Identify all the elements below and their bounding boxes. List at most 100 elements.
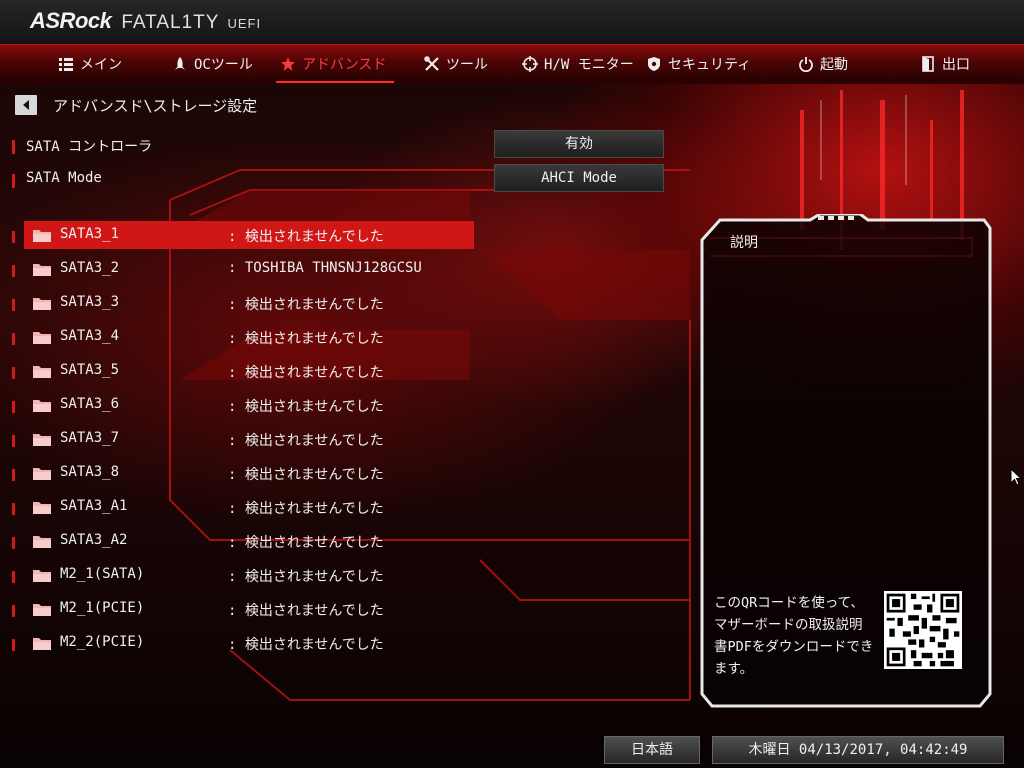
- device-row[interactable]: M2_2(PCIE): 検出されませんでした: [0, 629, 480, 657]
- device-row[interactable]: SATA3_8: 検出されませんでした: [0, 459, 480, 487]
- device-status: : 検出されませんでした: [228, 229, 384, 245]
- device-row[interactable]: SATA3_A1 : 検出されませんでした: [0, 493, 480, 521]
- device-status: : 検出されませんでした: [228, 501, 384, 517]
- device-status: : 検出されませんでした: [228, 433, 384, 449]
- device-status: : 検出されませんでした: [228, 535, 384, 551]
- row-marker: [12, 503, 15, 515]
- tab-exit[interactable]: 出口: [920, 45, 970, 83]
- device-port-name: M2_1(PCIE): [60, 600, 145, 616]
- tab-security[interactable]: セキュリティ: [646, 45, 751, 83]
- device-port-name: SATA3_2: [60, 260, 120, 276]
- sata-controller-dropdown[interactable]: 有効: [494, 130, 664, 158]
- device-status: : 検出されませんでした: [228, 331, 384, 347]
- device-port-name: SATA3_3: [60, 294, 120, 310]
- folder-icon: [33, 638, 51, 650]
- folder-icon: [33, 502, 51, 514]
- row-marker: [12, 605, 15, 617]
- back-arrow-icon: [23, 100, 29, 110]
- setting-sata-mode[interactable]: SATA Mode AHCI Mode: [0, 164, 680, 194]
- setting-label: SATA Mode: [26, 170, 102, 186]
- setting-label: SATA コントローラ: [26, 139, 153, 155]
- tab-oc-tweaker[interactable]: OCツール: [172, 45, 253, 83]
- tab-tools[interactable]: ツール: [424, 45, 488, 83]
- device-status: : 検出されませんでした: [228, 637, 384, 653]
- tab-main-label: メイン: [80, 57, 122, 73]
- setting-sata-controller[interactable]: SATA コントローラ 有効: [0, 130, 680, 160]
- device-row[interactable]: M2_1(SATA) : 検出されませんでした: [0, 561, 480, 589]
- folder-icon: [33, 570, 51, 582]
- folder-icon: [33, 332, 51, 344]
- uefi-label: UEFI: [227, 16, 262, 31]
- folder-icon: [33, 400, 51, 412]
- device-status: : 検出されませんでした: [228, 399, 384, 415]
- device-port-name: SATA3_1: [60, 226, 120, 242]
- row-marker: [12, 265, 15, 277]
- tab-boot-label: 起動: [820, 57, 848, 73]
- device-row[interactable]: SATA3_1 : 検出されませんでした: [0, 221, 480, 249]
- folder-icon: [33, 604, 51, 616]
- device-port-name: M2_1(SATA): [60, 566, 145, 582]
- datetime-display: 木曜日 04/13/2017, 04:42:49: [712, 736, 1004, 764]
- row-marker: [12, 469, 15, 481]
- description-panel: 説明 このQRコードを使って、マザーボードの取扱説明書PDFをダウンロードできま…: [700, 214, 992, 710]
- device-row[interactable]: M2_1(PCIE) : 検出されませんでした: [0, 595, 480, 623]
- device-port-name: SATA3_A1: [60, 498, 128, 514]
- asrock-logo: ASRock FATAL1TY UEFI: [30, 8, 261, 36]
- device-row[interactable]: SATA3_7: 検出されませんでした: [0, 425, 480, 453]
- device-port-name: SATA3_6: [60, 396, 120, 412]
- tab-main[interactable]: メイン: [58, 45, 122, 83]
- device-row[interactable]: SATA3_4 : 検出されませんでした: [0, 323, 480, 351]
- device-row[interactable]: SATA3_A2 : 検出されませんでした: [0, 527, 480, 555]
- setting-marker: [12, 140, 15, 154]
- tab-oc-label: OCツール: [194, 57, 253, 73]
- mouse-cursor-icon: [1010, 468, 1023, 486]
- tab-boot[interactable]: 起動: [798, 45, 848, 83]
- folder-icon: [33, 264, 51, 276]
- main-menu-bar: メイン OCツール アドバンスド ツール H/W モニター セキュリティ 起動 …: [0, 44, 1024, 84]
- setting-marker: [12, 174, 15, 188]
- tab-security-label: セキュリティ: [668, 57, 752, 73]
- device-port-name: SATA3_A2: [60, 532, 128, 548]
- row-marker: [12, 367, 15, 379]
- tab-advanced-label: アドバンスド: [302, 57, 387, 73]
- exit-door-icon: [922, 56, 934, 72]
- device-row[interactable]: SATA3_3 : 検出されませんでした: [0, 289, 480, 317]
- device-port-name: SATA3_4: [60, 328, 120, 344]
- tab-exit-label: 出口: [942, 57, 970, 73]
- list-icon: [59, 58, 73, 71]
- sata-mode-dropdown[interactable]: AHCI Mode: [494, 164, 664, 192]
- device-status: : 検出されませんでした: [228, 569, 384, 585]
- qr-description-text: このQRコードを使って、マザーボードの取扱説明書PDFをダウンロードできます。: [714, 595, 874, 677]
- shield-icon: [648, 57, 660, 71]
- breadcrumb-path: アドバンスド\ストレージ設定: [53, 96, 258, 115]
- tab-tools-label: ツール: [446, 57, 488, 73]
- row-marker: [12, 435, 15, 447]
- back-button[interactable]: [15, 95, 37, 115]
- qr-code-icon: [884, 591, 962, 669]
- tab-advanced[interactable]: アドバンスド: [280, 45, 386, 83]
- folder-icon: [33, 536, 51, 548]
- tab-hw-monitor-label: H/W モニター: [544, 57, 634, 73]
- device-row[interactable]: SATA3_2 : TOSHIBA THNSNJ128GCSU: [0, 255, 480, 283]
- title-bar: ASRock FATAL1TY UEFI: [0, 0, 1024, 44]
- device-port-name: SATA3_5: [60, 362, 120, 378]
- row-marker: [12, 537, 15, 549]
- device-status: : 検出されませんでした: [228, 365, 384, 381]
- description-title: 説明: [730, 235, 758, 251]
- tab-hw-monitor[interactable]: H/W モニター: [522, 45, 634, 83]
- row-marker: [12, 333, 15, 345]
- row-marker: [12, 299, 15, 311]
- device-status: : 検出されませんでした: [228, 603, 384, 619]
- language-button[interactable]: 日本語: [604, 736, 700, 764]
- row-marker: [12, 571, 15, 583]
- device-status: : 検出されませんでした: [228, 297, 384, 313]
- device-row[interactable]: SATA3_5 : 検出されませんでした: [0, 357, 480, 385]
- folder-icon: [33, 434, 51, 446]
- product-line: FATAL1TY: [121, 12, 220, 33]
- power-icon: [799, 57, 813, 72]
- crosshair-icon: [522, 56, 538, 72]
- folder-icon: [33, 230, 51, 242]
- device-row[interactable]: SATA3_6 : 検出されませんでした: [0, 391, 480, 419]
- folder-icon: [33, 468, 51, 480]
- device-status: : TOSHIBA THNSNJ128GCSU: [228, 260, 422, 276]
